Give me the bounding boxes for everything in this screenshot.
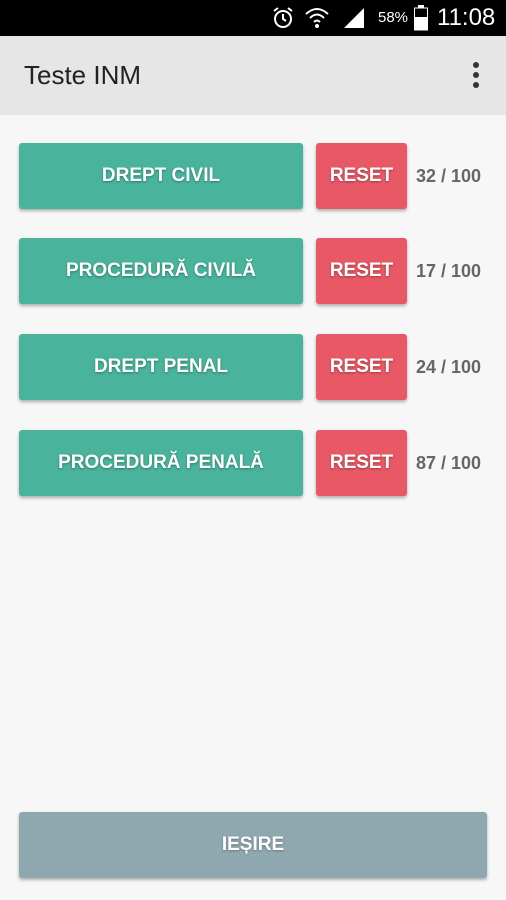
exit-button[interactable]: IEȘIRE	[19, 812, 487, 878]
subject-button-drept-civil[interactable]: DREPT CIVIL	[19, 143, 303, 209]
battery-icon	[414, 5, 428, 31]
app-bar: Teste INM	[0, 36, 506, 115]
reset-button-procedura-penala[interactable]: RESET	[316, 430, 407, 496]
reset-button-procedura-civila[interactable]: RESET	[316, 238, 407, 304]
wifi-icon	[305, 8, 329, 28]
score-drept-civil: 32 / 100	[416, 165, 482, 186]
subject-button-procedura-penala[interactable]: PROCEDURĂ PENALĂ	[19, 430, 303, 496]
subject-button-drept-penal[interactable]: DREPT PENAL	[19, 334, 303, 400]
score-procedura-penala: 87 / 100	[416, 452, 482, 473]
score-drept-penal: 24 / 100	[416, 356, 482, 377]
clock: 11:08	[437, 4, 496, 31]
battery-percent: 58%	[378, 9, 409, 26]
reset-button-drept-civil[interactable]: RESET	[316, 143, 407, 209]
reset-button-drept-penal[interactable]: RESET	[316, 334, 407, 400]
more-vert-icon[interactable]	[466, 60, 486, 90]
signal-icon	[344, 8, 364, 28]
alarm-icon	[273, 7, 293, 28]
app-title: Teste INM	[24, 60, 142, 90]
subject-button-procedura-civila[interactable]: PROCEDURĂ CIVILĂ	[19, 238, 303, 304]
score-procedura-civila: 17 / 100	[416, 260, 482, 281]
status-bar: 58% 11:08	[0, 0, 506, 36]
